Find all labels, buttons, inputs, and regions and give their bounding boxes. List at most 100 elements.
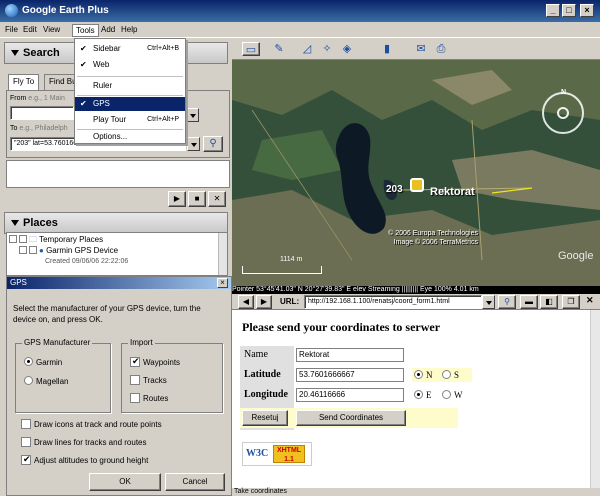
menu-view[interactable]: View <box>40 24 63 37</box>
placemark-number[interactable]: 203 <box>386 184 403 195</box>
placemark-label[interactable]: Rektorat <box>430 186 475 198</box>
latitude-input[interactable]: 53.7601666667 <box>296 368 404 382</box>
add-polygon-button[interactable]: ◿ <box>298 42 316 56</box>
from-input[interactable] <box>10 106 74 120</box>
radio-icon[interactable] <box>414 390 423 399</box>
checkbox-icon[interactable] <box>130 393 140 403</box>
minimize-button[interactable]: _ <box>546 4 560 17</box>
menu-edit[interactable]: Edit <box>20 24 40 37</box>
checkbox-icon[interactable] <box>21 419 31 429</box>
close-button[interactable]: × <box>580 4 594 17</box>
navigation-compass[interactable]: N <box>542 89 584 134</box>
placemark-icon[interactable] <box>410 178 424 192</box>
menu-item-ruler[interactable]: Ruler <box>75 79 185 93</box>
expand-checkbox[interactable] <box>19 246 27 254</box>
tools-menu: ✔ Sidebar Ctrl+Alt+B ✔ Web Ruler ✔ GPS Play … <box>74 38 186 144</box>
search-button[interactable]: ⚲ <box>203 136 223 152</box>
checkbox-draw-icons[interactable]: Draw icons at track and route points <box>21 419 162 429</box>
checkbox-draw-lines[interactable]: Draw lines for tracks and routes <box>21 437 147 447</box>
checkbox-icon[interactable] <box>130 375 140 385</box>
satellite-imagery <box>232 60 600 286</box>
visibility-checkbox[interactable] <box>29 246 37 254</box>
window-title: Google Earth Plus <box>22 5 109 16</box>
browser-close-icon[interactable]: ✕ <box>586 295 594 306</box>
radio-icon[interactable] <box>442 390 451 399</box>
browser-split-button[interactable]: ◧ <box>540 295 558 309</box>
radio-icon[interactable] <box>24 376 33 385</box>
print-button[interactable]: ⎙ <box>432 42 450 56</box>
menu-add[interactable]: Add <box>98 24 118 37</box>
close-search-results-button[interactable]: ✕ <box>208 191 226 207</box>
places-panel-header[interactable]: Places <box>4 212 228 234</box>
menu-tools[interactable]: Tools <box>72 24 99 37</box>
manufacturer-group: GPS Manufacturer Garmin Magellan <box>15 338 111 413</box>
go-button[interactable]: ⚲ <box>498 295 516 309</box>
send-coordinates-button[interactable]: Send Coordinates <box>296 410 406 426</box>
reset-button[interactable]: Resetuj <box>242 410 288 426</box>
ruler-button[interactable]: ▮ <box>380 42 394 56</box>
w3c-xhtml-badge[interactable]: W3C XHTML 1.1 <box>242 442 312 466</box>
checkbox-icon[interactable] <box>130 356 140 367</box>
url-dropdown-button[interactable] <box>482 295 495 309</box>
latitude-label: Latitude <box>244 369 281 380</box>
compass-center[interactable] <box>557 107 569 119</box>
radio-east[interactable]: E <box>414 390 432 400</box>
checkbox-routes[interactable]: Routes <box>130 393 168 403</box>
url-input[interactable]: http://192.168.1.100/renatsj/coord_form1… <box>304 295 482 309</box>
play-tour-button[interactable]: ▶ <box>168 191 186 207</box>
browser-scrollbar[interactable] <box>590 310 600 488</box>
radio-icon[interactable] <box>24 357 33 366</box>
browser-view-button[interactable]: ▬ <box>520 295 538 309</box>
menu-item-sidebar[interactable]: ✔ Sidebar Ctrl+Alt+B <box>75 42 185 56</box>
tab-fly-to[interactable]: Fly To <box>8 74 40 91</box>
search-results-area <box>6 160 230 188</box>
query-dropdown-button[interactable] <box>187 137 200 151</box>
longitude-input[interactable]: 20.46116666 <box>296 388 404 402</box>
menu-help[interactable]: Help <box>118 24 140 37</box>
name-input[interactable]: Rektorat <box>296 348 404 362</box>
radio-garmin[interactable]: Garmin <box>24 357 62 367</box>
stop-tour-button[interactable]: ■ <box>188 191 206 207</box>
map-view[interactable]: N 203 Rektorat © 2006 Europa Technologie… <box>232 60 600 286</box>
checkbox-adjust-altitudes[interactable]: Adjust altitudes to ground height <box>21 454 148 465</box>
search-icon: ⚲ <box>209 138 217 149</box>
radio-icon[interactable] <box>442 370 451 379</box>
gps-ok-button[interactable]: OK <box>89 473 161 491</box>
radio-west[interactable]: W <box>442 390 463 400</box>
visibility-checkbox[interactable] <box>19 235 27 243</box>
add-placemark-button[interactable]: ✎ <box>270 42 288 56</box>
gps-cancel-button[interactable]: Cancel <box>165 473 225 491</box>
toggle-sidebar-button[interactable]: ▭ <box>242 42 260 56</box>
forward-button[interactable]: ▶ <box>256 295 272 309</box>
from-dropdown-button[interactable] <box>186 108 199 122</box>
browser-external-button[interactable]: ❐ <box>562 295 580 309</box>
email-button[interactable]: ✉ <box>412 42 430 56</box>
radio-magellan[interactable]: Magellan <box>24 376 68 386</box>
scale-bar <box>242 266 322 274</box>
radio-south[interactable]: S <box>442 370 459 380</box>
from-label: From e.g., 1 Main <box>10 95 65 102</box>
checkbox-icon[interactable] <box>21 454 31 465</box>
expand-checkbox[interactable] <box>9 235 17 243</box>
maximize-button[interactable]: □ <box>562 4 576 17</box>
back-button[interactable]: ◀ <box>238 295 254 309</box>
menu-item-options[interactable]: Options... <box>75 130 185 144</box>
scale-label: 1114 m <box>280 256 303 263</box>
places-tree: 🗀 Temporary Places ● Garmin GPS Device C… <box>6 232 228 276</box>
checkbox-icon[interactable] <box>21 437 31 447</box>
checkbox-waypoints[interactable]: Waypoints <box>130 356 180 367</box>
radio-icon[interactable] <box>414 370 423 379</box>
image-overlay-button[interactable]: ◈ <box>338 42 356 56</box>
menu-item-play-tour[interactable]: Play Tour Ctrl+Alt+P <box>75 113 185 127</box>
tree-item-garmin[interactable]: ● Garmin GPS Device <box>19 246 118 255</box>
radio-north[interactable]: N <box>414 370 433 380</box>
menu-item-web[interactable]: ✔ Web <box>75 58 185 72</box>
tree-scrollbar[interactable] <box>218 233 227 275</box>
menu-file[interactable]: File <box>2 24 21 37</box>
add-path-button[interactable]: ✧ <box>318 42 336 56</box>
menu-item-gps[interactable]: ✔ GPS <box>75 97 185 111</box>
gps-close-button[interactable]: × <box>217 278 228 288</box>
copyright-europa: © 2006 Europa Technologies <box>388 230 478 237</box>
checkbox-tracks[interactable]: Tracks <box>130 375 167 385</box>
polygon-icon: ◿ <box>302 43 312 55</box>
